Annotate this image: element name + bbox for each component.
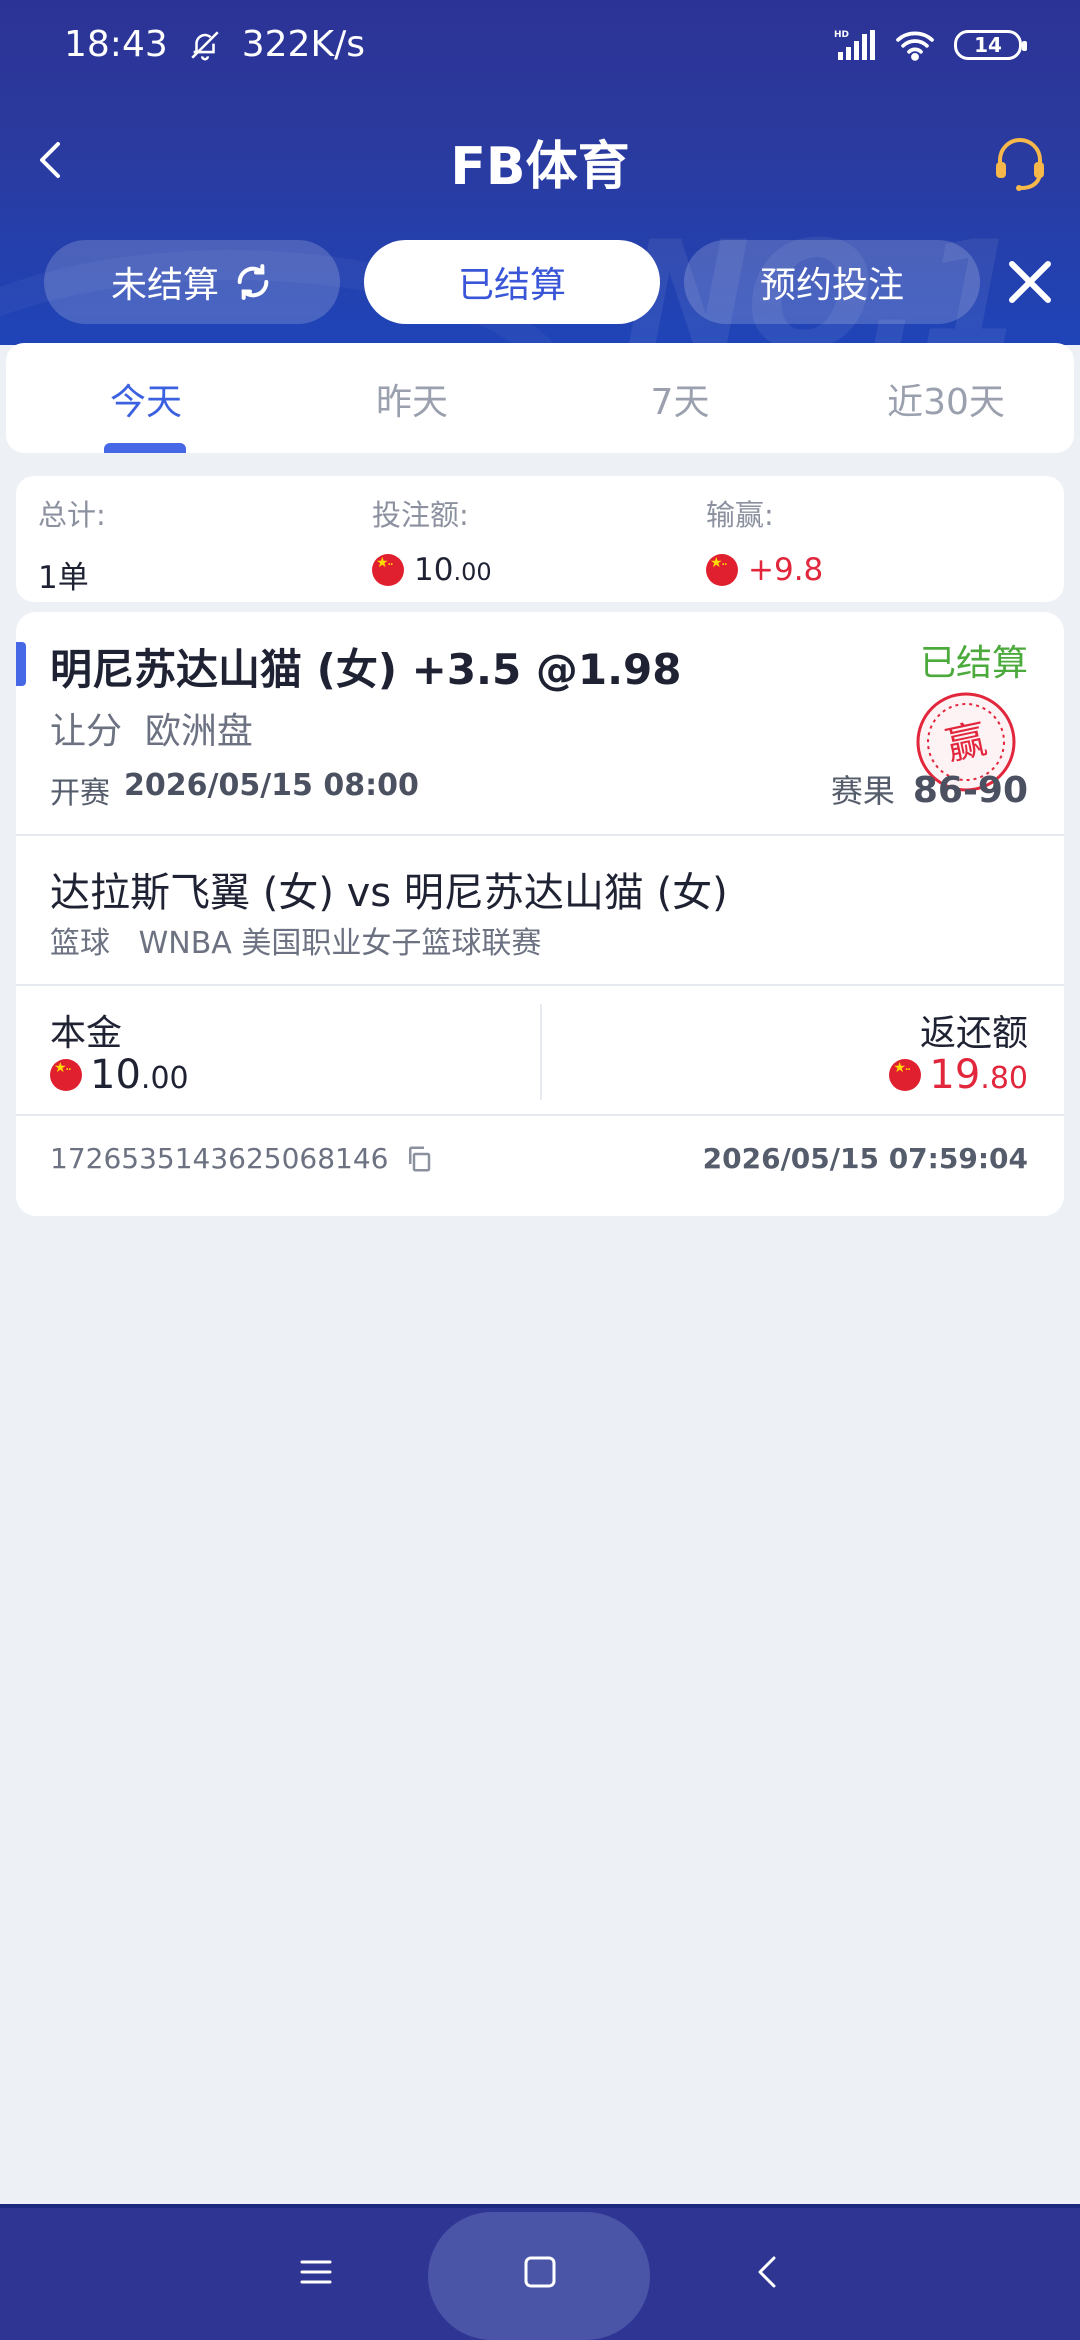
summary-win-label: 输赢: [706,498,774,532]
segment-settled[interactable]: 已结算 [364,240,660,324]
nav-top-line [0,2204,1080,2208]
cny-flag-icon [889,1059,922,1091]
principal-dec: .00 [140,1061,189,1096]
match-teams: 达拉斯飞翼 (女) vs 明尼苏达山猫 (女) [50,870,728,916]
summary-winloss: 输赢: +9.8 [706,492,823,588]
bet-selection-team: 明尼苏达山猫 (女) [50,645,398,694]
summary-stake-dec: .00 [453,558,492,586]
segment-unsettled-label: 未结算 [110,265,219,306]
amount-divider [540,1004,542,1100]
copy-icon[interactable] [404,1144,434,1174]
summary-card: 总计: 1单 投注额: 10.00 输赢: +9.8 [16,476,1064,602]
bet-status-tag: 已结算 [919,643,1028,684]
status-time: 18:43 [64,24,168,65]
tab-7-days[interactable]: 7天 [580,373,780,425]
bet-kickoff: 开赛 2026/05/15 08:00 [50,768,419,812]
wifi-icon [896,31,934,61]
result-score: 86-90 [912,770,1028,811]
mute-bell-icon [191,30,219,60]
page-title: FB体育 [450,137,630,197]
tab-yesterday[interactable]: 昨天 [312,373,512,425]
summary-stake-value: 10.00 [372,552,492,588]
summary-total-label: 总计: [38,498,106,532]
summary-win-value: +9.8 [706,552,823,588]
tab-today[interactable]: 今天 [46,373,246,425]
system-nav-bar [0,2204,1080,2340]
return-amount: 19.80 [889,1052,1028,1098]
principal-amount: 10.00 [50,1052,189,1098]
battery-indicator: 14 [954,30,1027,60]
return-label: 返还额 [919,1013,1028,1054]
cny-flag-icon [372,554,404,586]
bet-card[interactable]: 明尼苏达山猫 (女) +3.5 @1.98 已结算 让分 欧洲盘 赢 开赛 20… [16,612,1064,1216]
bet-result: 赛果 86-90 [831,766,1028,812]
card-divider [16,834,1064,836]
tab-30-days[interactable]: 近30天 [846,373,1046,425]
order-id-row: 1726535143625068146 [50,1142,434,1175]
kickoff-label: 开赛 [50,776,110,811]
network-label: HD [834,30,849,40]
sync-icon[interactable] [233,262,273,302]
home-icon[interactable] [520,2252,560,2292]
day-filter-tabs: 今天 昨天 7天 近30天 [6,343,1074,453]
nav-back-icon[interactable] [748,2252,788,2292]
result-label: 赛果 [830,772,895,810]
bet-market-type: 让分 欧洲盘 [50,711,253,752]
card-divider [16,1114,1064,1116]
bet-accent-bar [16,642,26,686]
return-int: 19 [929,1052,981,1098]
principal-int: 10 [90,1052,141,1098]
status-right: HD 14 [834,28,1027,62]
order-time: 2026/05/15 07:59:04 [702,1142,1028,1175]
return-dec: .80 [980,1061,1028,1096]
tab-active-indicator [104,443,186,453]
summary-stake-label: 投注额: [372,498,469,532]
headset-icon[interactable] [988,130,1052,194]
kickoff-time: 2026/05/15 08:00 [124,768,419,803]
cny-flag-icon [706,554,738,586]
status-speed: 322K/s [241,24,365,65]
segment-unsettled[interactable]: 未结算 [44,240,340,324]
status-left: 18:43 322K/s [64,24,365,65]
segment-settled-label: 已结算 [457,265,566,306]
match-league: 篮球 WNBA 美国职业女子篮球联赛 [50,926,542,961]
bet-status-segments: 未结算 已结算 预约投注 [0,240,1080,326]
header: NO.1 18:43 322K/s HD 14 FB体育 未结算 已结算 预约投… [0,0,1080,345]
summary-stake: 投注额: 10.00 [372,492,492,588]
order-id: 1726535143625068146 [50,1142,389,1175]
cny-flag-icon [50,1059,82,1091]
signal-icon: HD [834,30,875,60]
bet-handicap-odds: +3.5 @1.98 [411,645,682,694]
menu-icon[interactable] [296,2252,336,2292]
close-icon[interactable] [1000,252,1060,312]
principal-label: 本金 [50,1013,123,1054]
summary-stake-int: 10 [414,552,454,588]
summary-win-amount: +9.8 [748,552,824,588]
summary-total-value: 1单 [38,560,89,596]
segment-reserved[interactable]: 预约投注 [684,240,980,324]
bet-selection: 明尼苏达山猫 (女) +3.5 @1.98 [50,636,681,697]
nav-bar: FB体育 [0,110,1080,210]
status-bar: 18:43 322K/s HD 14 [0,0,1080,100]
segment-reserved-label: 预约投注 [759,265,904,306]
card-divider [16,984,1064,986]
summary-total: 总计: 1单 [38,492,106,597]
